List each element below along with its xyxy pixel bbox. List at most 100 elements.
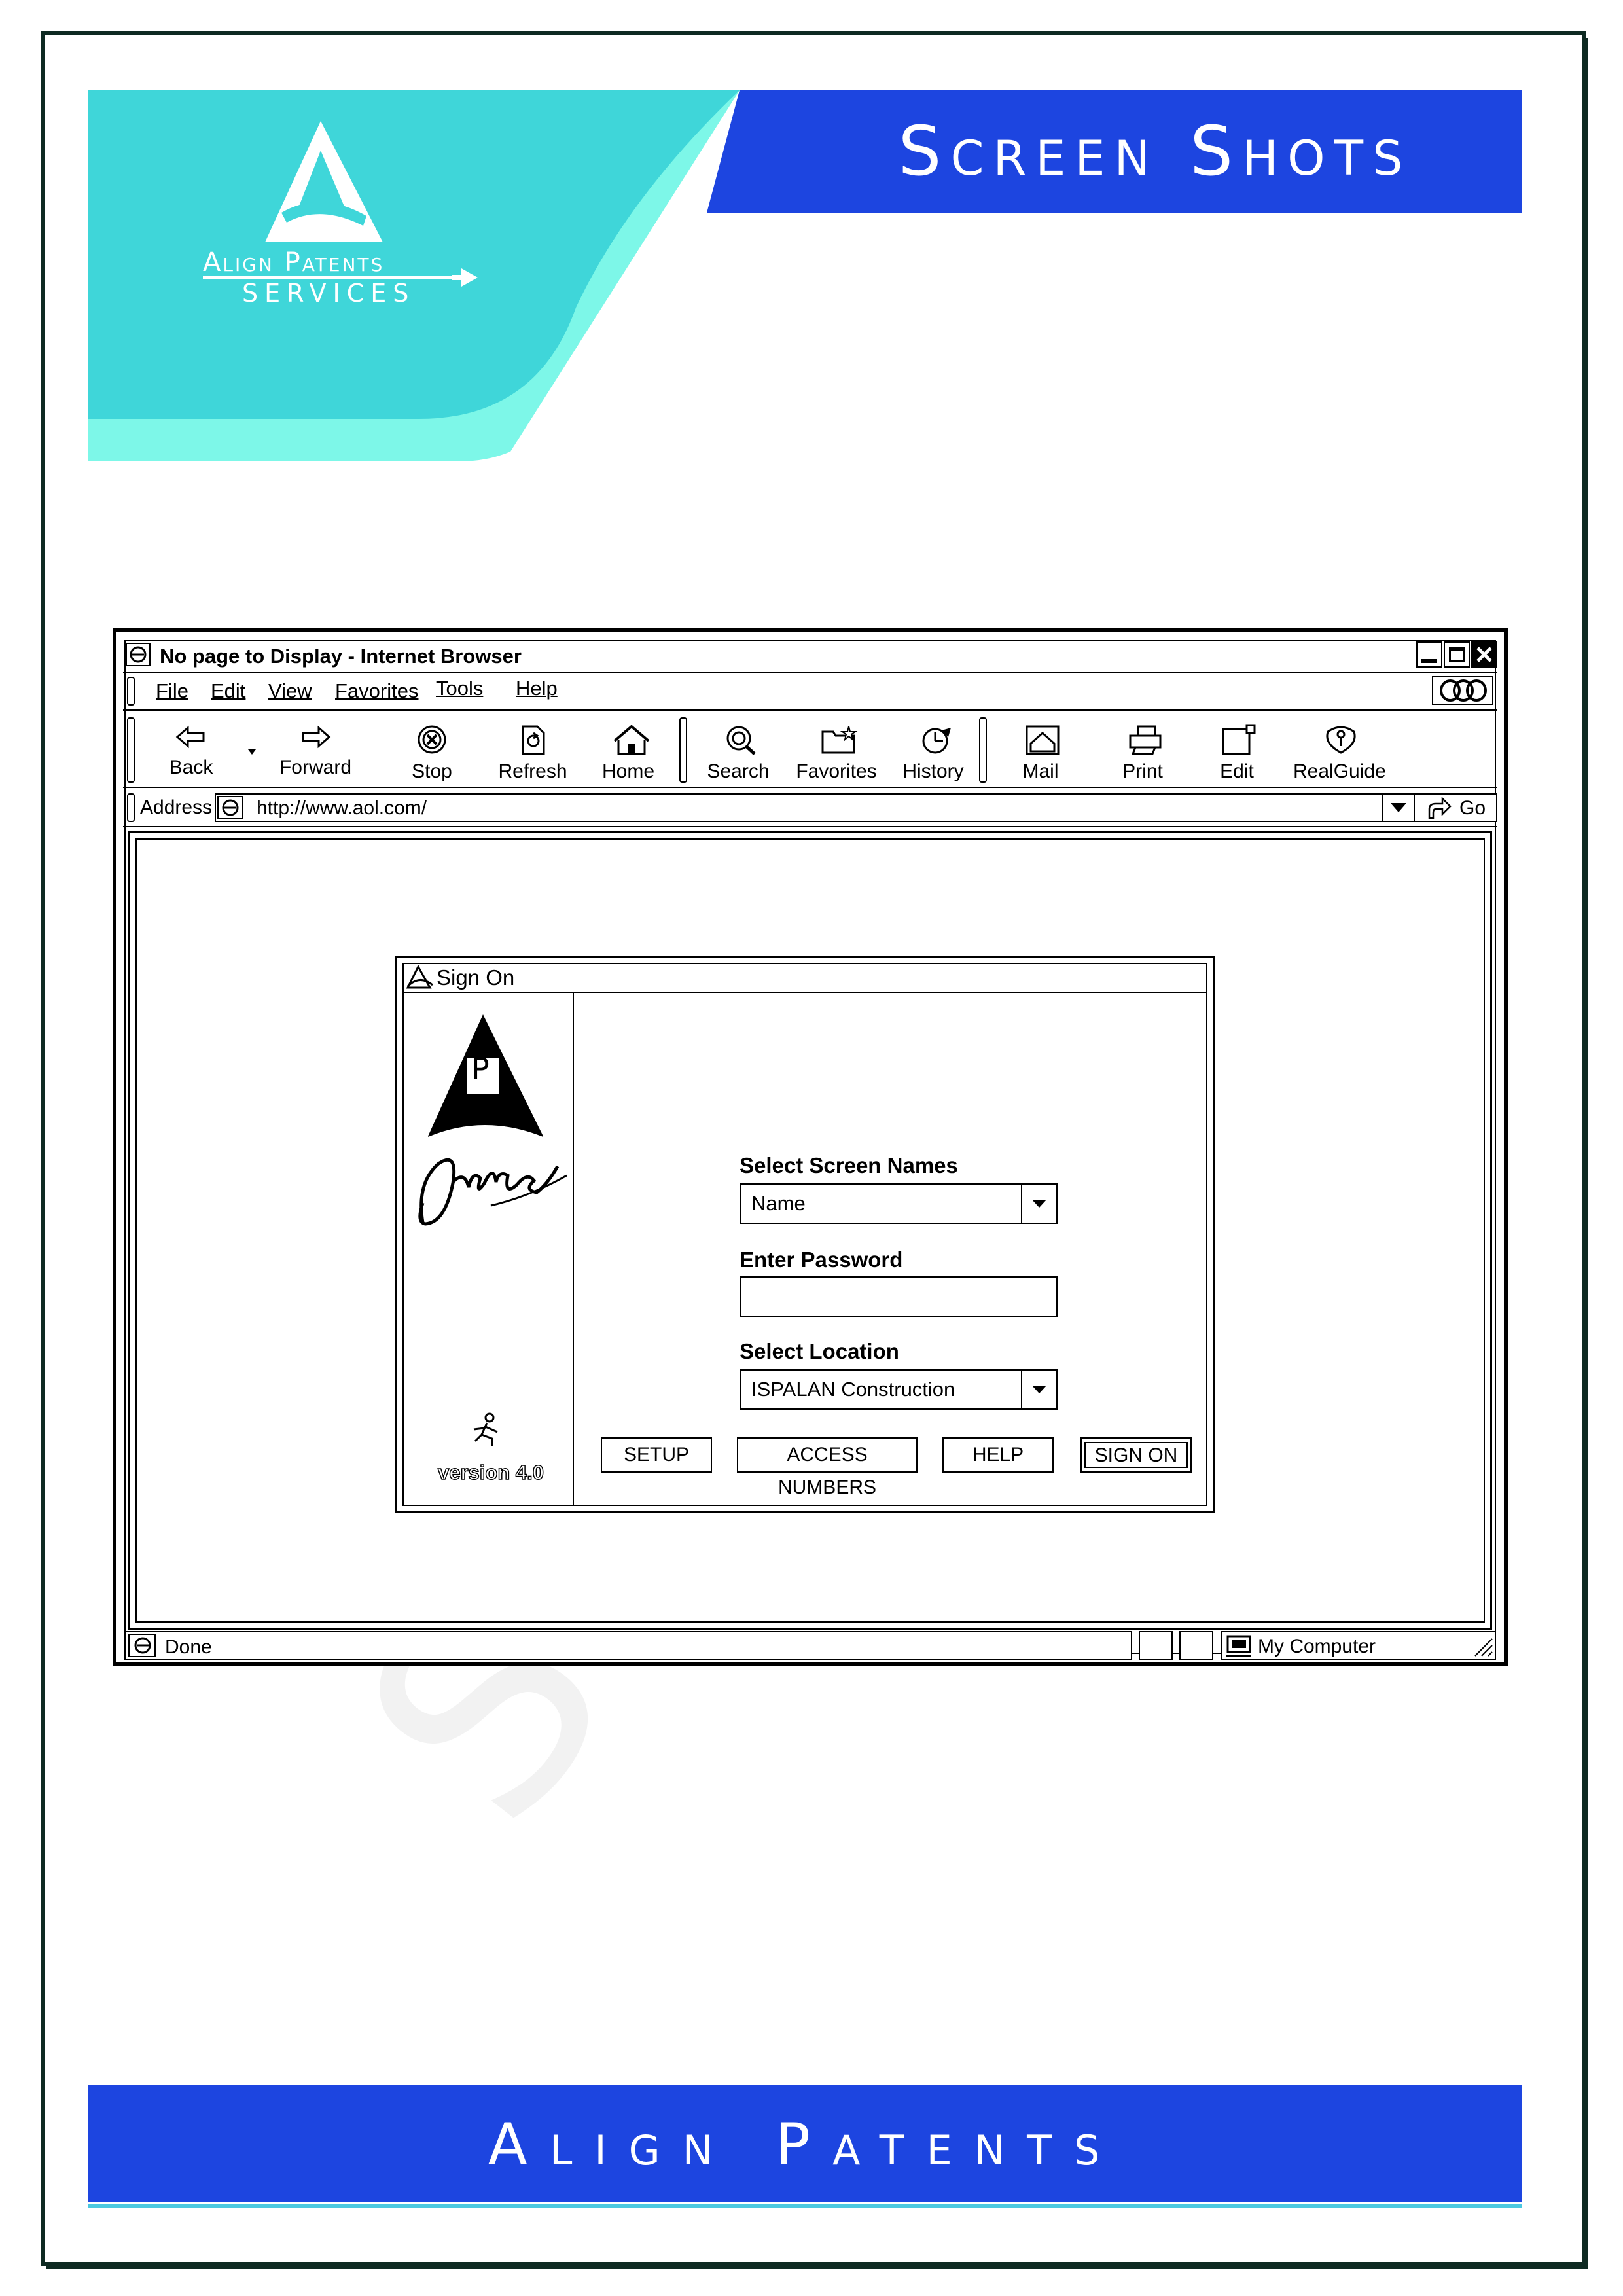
home-icon xyxy=(612,724,651,757)
online-script-logo xyxy=(412,1144,569,1242)
computer-icon xyxy=(1225,1635,1254,1657)
signon-app-icon xyxy=(405,965,434,989)
p-online-logo-icon xyxy=(419,1008,563,1139)
realguide-icon xyxy=(1323,724,1362,757)
edit-page-icon xyxy=(1221,724,1260,757)
stop-icon xyxy=(416,724,448,757)
close-icon xyxy=(1475,645,1493,664)
maximize-button[interactable] xyxy=(1444,641,1470,668)
back-arrow-icon xyxy=(175,724,207,750)
screen-name-value: Name xyxy=(751,1192,806,1215)
screen-name-select[interactable]: Name xyxy=(740,1183,1058,1224)
forward-arrow-icon xyxy=(299,724,332,750)
location-dropdown-button[interactable] xyxy=(1021,1371,1056,1408)
status-zone-panel: My Computer xyxy=(1221,1631,1496,1660)
menu-tools[interactable]: Tools xyxy=(436,677,483,700)
realguide-label: RealGuide xyxy=(1293,761,1385,783)
help-button[interactable]: HELP xyxy=(942,1437,1054,1473)
menu-bar-grip xyxy=(127,677,135,706)
address-label: Address xyxy=(140,797,212,819)
page-done-icon xyxy=(128,1634,157,1657)
status-text-panel: Done xyxy=(124,1631,1132,1660)
browser-app-icon xyxy=(126,643,151,666)
menu-bar xyxy=(123,673,1497,711)
chevron-down-icon xyxy=(1031,1199,1047,1208)
go-button[interactable]: Go xyxy=(1427,795,1492,821)
logo-text-line2: SERVICES xyxy=(242,279,458,308)
rings-logo-icon xyxy=(1436,679,1491,702)
close-button[interactable] xyxy=(1471,641,1497,668)
home-button[interactable]: Home xyxy=(582,724,674,789)
back-dropdown-icon[interactable] xyxy=(247,749,257,755)
search-icon xyxy=(722,724,761,757)
print-button[interactable]: Print xyxy=(1097,724,1188,789)
forward-label: Forward xyxy=(270,757,361,779)
stop-button[interactable]: Stop xyxy=(386,724,478,789)
browser-logo xyxy=(1432,676,1493,705)
menu-help[interactable]: Help xyxy=(516,677,558,700)
maximize-icon xyxy=(1449,647,1465,662)
address-dropdown-button[interactable] xyxy=(1382,793,1415,822)
minimize-button[interactable] xyxy=(1416,641,1442,668)
realguide-button[interactable]: RealGuide xyxy=(1293,724,1385,789)
location-select[interactable]: ISPALAN Construction xyxy=(740,1369,1058,1410)
home-label: Home xyxy=(582,761,674,783)
back-label: Back xyxy=(145,757,237,779)
edit-label: Edit xyxy=(1191,761,1283,783)
menu-favorites[interactable]: Favorites xyxy=(335,679,418,703)
printer-icon xyxy=(1126,724,1166,757)
history-label: History xyxy=(887,761,979,783)
location-value: ISPALAN Construction xyxy=(751,1378,955,1401)
password-label: Enter Password xyxy=(740,1247,902,1272)
screen-name-dropdown-button[interactable] xyxy=(1021,1185,1056,1223)
logo-text-line1: Align Patents xyxy=(203,247,452,278)
favorites-button[interactable]: Favorites xyxy=(791,724,882,789)
status-bar: Done My Computer xyxy=(123,1628,1497,1661)
chevron-down-icon xyxy=(1031,1385,1047,1394)
page-icon xyxy=(217,796,243,819)
page-title: Screen Shots xyxy=(779,111,1531,191)
signon-divider xyxy=(573,992,574,1506)
setup-button[interactable]: SETUP xyxy=(601,1437,712,1473)
history-button[interactable]: History xyxy=(887,724,979,789)
go-label: Go xyxy=(1459,797,1486,819)
browser-title: No page to Display - Internet Browser xyxy=(160,645,522,668)
mail-icon xyxy=(1024,724,1063,757)
go-arrow-icon xyxy=(1427,796,1453,819)
running-man-icon xyxy=(469,1412,505,1449)
stop-label: Stop xyxy=(386,761,478,783)
refresh-icon xyxy=(516,724,549,757)
search-label: Search xyxy=(692,761,784,783)
sign-on-button[interactable]: SIGN ON xyxy=(1080,1437,1192,1473)
search-button[interactable]: Search xyxy=(692,724,784,789)
menu-file[interactable]: File xyxy=(156,679,188,703)
access-numbers-button[interactable]: ACCESS NUMBERS xyxy=(737,1437,918,1473)
menu-edit[interactable]: Edit xyxy=(211,679,245,703)
chevron-down-icon xyxy=(1390,802,1407,813)
status-zone: My Computer xyxy=(1258,1636,1376,1658)
favorites-folder-icon xyxy=(820,724,859,757)
signon-title: Sign On xyxy=(437,965,514,990)
history-clock-icon xyxy=(917,724,956,757)
location-label: Select Location xyxy=(740,1339,899,1364)
forward-button[interactable]: Forward xyxy=(270,724,361,789)
signon-titlebar: Sign On xyxy=(402,963,1207,993)
status-panel xyxy=(1179,1631,1213,1660)
back-button[interactable]: Back xyxy=(145,724,237,789)
refresh-button[interactable]: Refresh xyxy=(487,724,579,789)
status-text: Done xyxy=(165,1636,212,1659)
mail-button[interactable]: Mail xyxy=(995,724,1086,789)
resize-grip-icon[interactable] xyxy=(1474,1638,1493,1657)
address-input[interactable]: http://www.aol.com/ xyxy=(216,793,1403,822)
toolbar-grip xyxy=(127,717,135,783)
footer-underline xyxy=(88,2204,1522,2208)
logo-letter: P xyxy=(471,1051,490,1086)
password-field[interactable] xyxy=(740,1276,1058,1317)
version-label: version 4.0 xyxy=(425,1461,556,1484)
address-url: http://www.aol.com/ xyxy=(257,797,427,819)
refresh-label: Refresh xyxy=(487,761,579,783)
mail-label: Mail xyxy=(995,761,1086,783)
address-bar-grip xyxy=(127,793,135,822)
menu-view[interactable]: View xyxy=(268,679,312,703)
edit-button[interactable]: Edit xyxy=(1191,724,1283,789)
